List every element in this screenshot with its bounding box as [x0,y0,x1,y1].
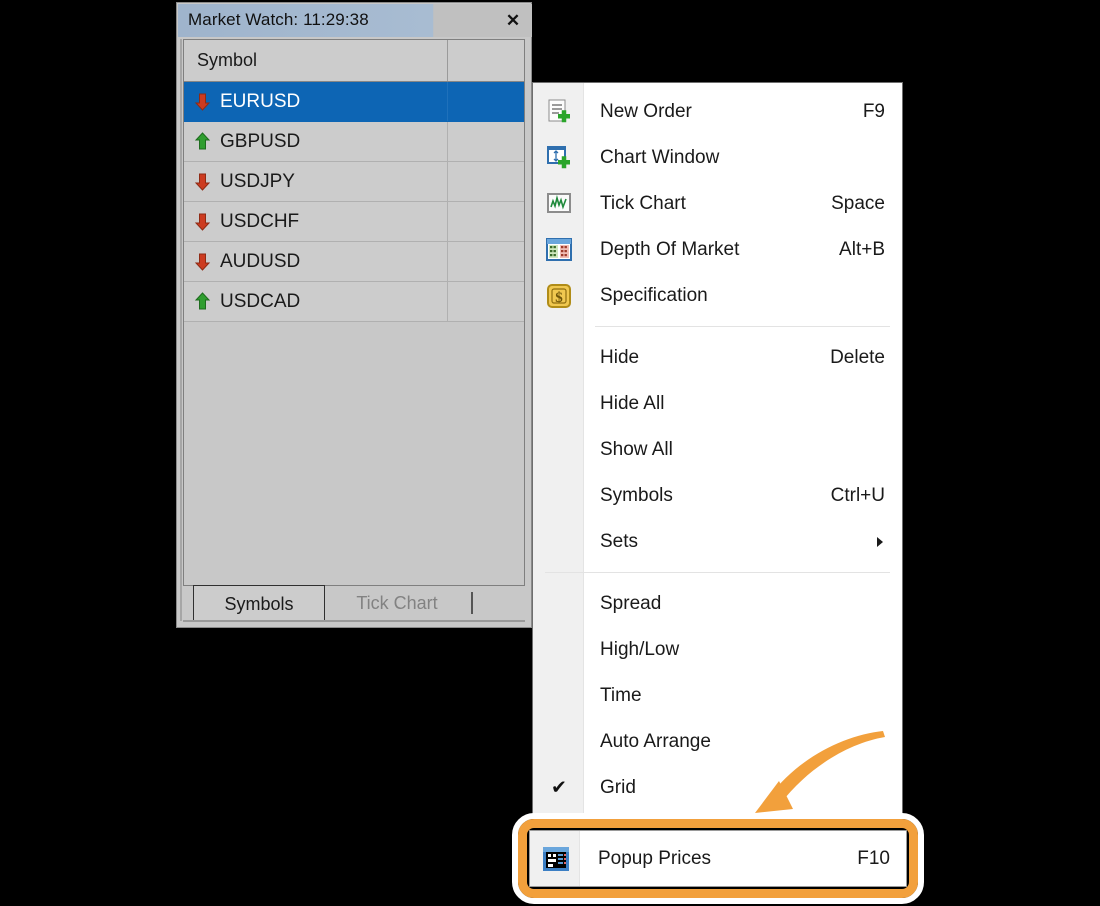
menu-item-label: High/Low [600,639,679,661]
menu-item-label: Grid [600,777,636,799]
table-row[interactable]: GBPUSD [184,122,524,162]
menu-item-label: Time [600,685,642,707]
table-row[interactable]: USDCHF [184,202,524,242]
menu-item-accelerator: F9 [863,101,885,123]
table-header: Symbol Bid Ask [184,40,524,82]
chart-window-icon [544,143,574,173]
menu-item-accelerator: Ctrl+U [831,485,885,507]
cell-symbol: USDCHF [184,202,448,241]
menu-item-depth-of-market[interactable]: Depth Of Market Alt+B [533,227,902,273]
symbol-label: USDCAD [220,291,300,313]
cell-bid [448,242,525,281]
cell-symbol: EURUSD [184,82,448,121]
window-titlebar: Market Watch: 11:29:38 ✕ [178,4,532,37]
menu-item-label: Specification [600,285,708,307]
cell-bid [448,82,525,121]
menu-item-hide-all[interactable]: Hide All [533,381,902,427]
menu-item-accelerator: F10 [857,848,890,870]
menu-item-auto-arrange[interactable]: Auto Arrange [533,719,902,765]
checkmark-icon: ✔ [551,779,567,798]
menu-item-label: New Order [600,101,692,123]
window-title: Market Watch: 11:29:38 [188,10,369,30]
market-watch-window: Market Watch: 11:29:38 ✕ Symbol Bid Ask … [176,2,532,628]
table-row[interactable]: EURUSD [184,82,524,122]
menu-item-new-order[interactable]: New Order F9 [533,89,902,135]
menu-item-show-all[interactable]: Show All [533,427,902,473]
menu-separator [595,326,890,327]
symbols-table: Symbol Bid Ask EURUSD GBPUSD USDJPY USDCHF A… [183,39,525,586]
specification-icon: $ [544,281,574,311]
cell-bid [448,282,525,321]
table-row[interactable]: USDJPY [184,162,524,202]
arrow-up-icon [194,132,211,151]
menu-item-grid[interactable]: ✔ Grid [533,765,902,811]
menu-item-symbols[interactable]: Symbols Ctrl+U [533,473,902,519]
menu-item-tick-chart[interactable]: Tick Chart Space [533,181,902,227]
symbol-label: AUDUSD [220,251,300,273]
symbol-label: EURUSD [220,91,300,113]
tab-tick-chart[interactable]: Tick Chart [329,585,465,621]
cell-symbol: GBPUSD [184,122,448,161]
menu-item-label: Chart Window [600,147,719,169]
tab-caret [471,592,473,614]
symbol-label: USDJPY [220,171,295,193]
cell-bid [448,162,525,201]
cell-bid [448,122,525,161]
menu-item-accelerator: Alt+B [839,239,885,261]
menu-item-label: Tick Chart [600,193,686,215]
arrow-up-icon [194,292,211,311]
new-order-icon [544,97,574,127]
menu-item-high-low[interactable]: High/Low [533,627,902,673]
popup-prices-icon [541,844,571,874]
menu-item-label: Auto Arrange [600,731,711,753]
menu-item-label: Hide [600,347,639,369]
table-rows: EURUSD GBPUSD USDJPY USDCHF AUDUSD USDCAD [184,82,524,322]
submenu-arrow-icon [877,537,883,547]
tick-chart-icon [544,189,574,219]
menu-item-label: Show All [600,439,673,461]
screen: Market Watch: 11:29:38 ✕ Symbol Bid Ask … [0,0,1100,906]
cell-bid [448,202,525,241]
arrow-down-icon [194,172,211,191]
menu-item-label: Hide All [600,393,664,415]
menu-item-popup-prices[interactable]: Popup Prices F10 [529,830,907,887]
symbol-label: USDCHF [220,211,299,233]
menu-item-spread[interactable]: Spread [533,581,902,627]
context-menu: New Order F9 Chart Window Tick Chart Space De… [532,82,903,818]
menu-item-label: Spread [600,593,661,615]
menu-item-accelerator: Delete [830,347,885,369]
menu-item-chart-window[interactable]: Chart Window [533,135,902,181]
arrow-down-icon [194,212,211,231]
close-icon[interactable]: ✕ [502,9,524,31]
table-row[interactable]: AUDUSD [184,242,524,282]
tab-baseline [183,620,525,622]
panel-tabs: Symbols Tick Chart [183,583,525,621]
tab-symbols[interactable]: Symbols [193,585,325,622]
menu-item-label: Symbols [600,485,673,507]
column-header-symbol[interactable]: Symbol [184,40,448,81]
arrow-down-icon [194,92,211,111]
menu-separator [545,572,890,573]
menu-item-label: Sets [600,531,638,553]
cell-symbol: USDJPY [184,162,448,201]
svg-text:$: $ [555,290,563,306]
depth-of-market-icon [544,235,574,265]
menu-item-label: Popup Prices [598,848,711,870]
menu-item-sets[interactable]: Sets [533,519,902,565]
cell-symbol: AUDUSD [184,242,448,281]
column-header-bid[interactable]: Bid [448,40,525,81]
menu-item-label: Depth Of Market [600,239,739,261]
menu-item-specification[interactable]: $ Specification [533,273,902,319]
panel-left-edge [180,39,182,621]
cell-symbol: USDCAD [184,282,448,321]
arrow-down-icon [194,252,211,271]
menu-item-hide[interactable]: Hide Delete [533,335,902,381]
menu-item-time[interactable]: Time [533,673,902,719]
table-row[interactable]: USDCAD [184,282,524,322]
menu-item-accelerator: Space [831,193,885,215]
symbol-label: GBPUSD [220,131,300,153]
